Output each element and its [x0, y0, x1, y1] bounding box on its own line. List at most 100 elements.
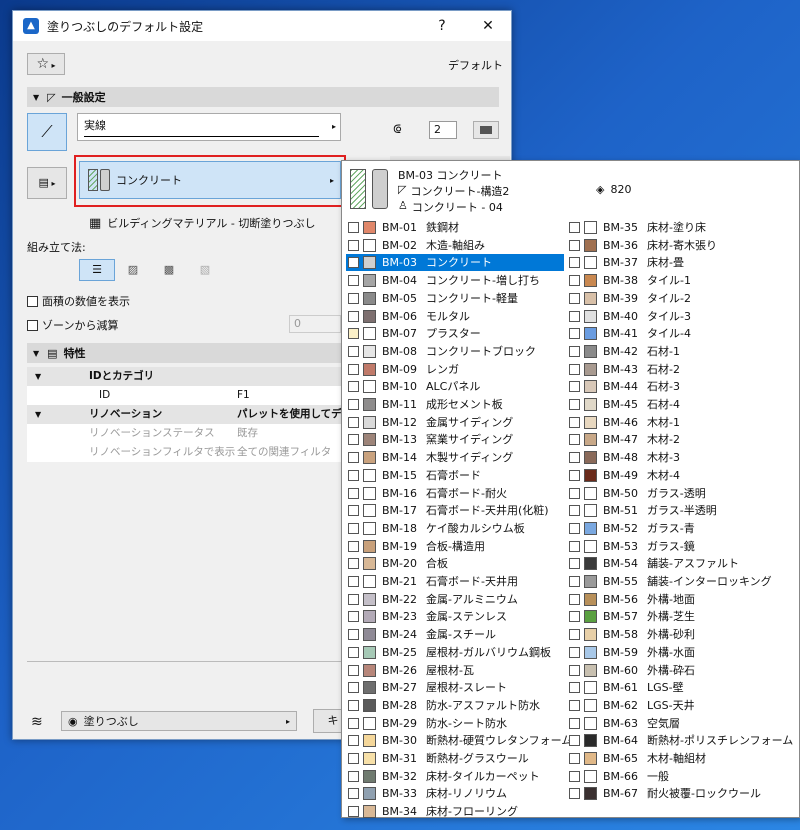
material-item-bm-07[interactable]: BM-07 プラスター [346, 325, 564, 342]
close-button[interactable]: ✕ [465, 11, 511, 41]
material-item-bm-33[interactable]: BM-33 床材-リノリウム [346, 785, 564, 802]
material-item-bm-38[interactable]: BM-38 タイル-1 [567, 272, 793, 289]
material-item-bm-04[interactable]: BM-04 コンクリート-増し打ち [346, 272, 564, 289]
material-item-bm-31[interactable]: BM-31 断熱材-グラスウール [346, 750, 564, 767]
pattern-swatch [348, 629, 359, 641]
material-item-bm-12[interactable]: BM-12 金属サイディング [346, 414, 564, 431]
material-item-bm-46[interactable]: BM-46 木材-1 [567, 414, 793, 431]
pattern-swatch [348, 505, 359, 517]
material-item-bm-51[interactable]: BM-51 ガラス-半透明 [567, 502, 793, 519]
material-item-bm-34[interactable]: BM-34 床材-フローリング [346, 803, 564, 820]
color-swatch [584, 327, 597, 341]
composition-solid-button[interactable]: ☰ [79, 259, 115, 281]
composition-hatch-button[interactable]: ▨ [115, 259, 151, 281]
material-code: BM-49 [603, 468, 639, 482]
material-item-bm-50[interactable]: BM-50 ガラス-透明 [567, 485, 793, 502]
material-item-bm-47[interactable]: BM-47 木材-2 [567, 431, 793, 448]
material-name: ALCパネル [426, 380, 481, 394]
show-area-row[interactable]: 面積の数値を表示 [27, 293, 130, 309]
fill-type-button[interactable]: ⟋ [27, 113, 67, 151]
material-item-bm-14[interactable]: BM-14 木製サイディング [346, 449, 564, 466]
subtract-zone-row[interactable]: ゾーンから減算 [27, 317, 118, 333]
material-item-bm-25[interactable]: BM-25 屋根材-ガルバリウム鋼板 [346, 644, 564, 661]
material-item-bm-44[interactable]: BM-44 石材-3 [567, 378, 793, 395]
composition-cross-button[interactable]: ▩ [151, 259, 187, 281]
material-item-bm-11[interactable]: BM-11 成形セメント板 [346, 396, 564, 413]
material-item-bm-39[interactable]: BM-39 タイル-2 [567, 290, 793, 307]
material-item-bm-24[interactable]: BM-24 金属-スチール [346, 626, 564, 643]
material-item-bm-30[interactable]: BM-30 断熱材-硬質ウレタンフォーム [346, 732, 572, 749]
material-item-bm-40[interactable]: BM-40 タイル-3 [567, 308, 793, 325]
material-item-bm-48[interactable]: BM-48 木材-3 [567, 449, 793, 466]
material-item-bm-29[interactable]: BM-29 防水-シート防水 [346, 715, 564, 732]
line-type-selector[interactable]: 実線 ▸ [77, 113, 341, 141]
color-swatch [584, 628, 597, 642]
material-item-bm-22[interactable]: BM-22 金属-アルミニウム [346, 591, 564, 608]
show-area-checkbox[interactable] [27, 295, 38, 307]
material-item-bm-35[interactable]: BM-35 床材-塗り床 [567, 219, 793, 236]
material-item-bm-56[interactable]: BM-56 外構-地面 [567, 591, 793, 608]
material-item-bm-20[interactable]: BM-20 合板 [346, 555, 564, 572]
material-item-bm-15[interactable]: BM-15 石膏ボード [346, 467, 564, 484]
favorites-button[interactable]: ☆ ▸ [27, 53, 65, 75]
layer-selector[interactable]: ◉ 塗りつぶし ▸ [61, 711, 297, 731]
material-item-bm-19[interactable]: BM-19 合板-構造用 [346, 538, 564, 555]
material-item-bm-27[interactable]: BM-27 屋根材-スレート [346, 679, 564, 696]
material-item-bm-64[interactable]: BM-64 断熱材-ポリスチレンフォーム [567, 732, 793, 749]
general-settings-header[interactable]: ▼ ◸ 一般設定 [27, 87, 499, 107]
material-item-bm-59[interactable]: BM-59 外構-水面 [567, 644, 793, 661]
material-item-bm-49[interactable]: BM-49 木材-4 [567, 467, 793, 484]
material-code: BM-45 [603, 398, 639, 411]
material-name: 床材-畳 [647, 256, 684, 270]
material-item-bm-37[interactable]: BM-37 床材-畳 [567, 254, 793, 271]
material-item-bm-16[interactable]: BM-16 石膏ボード-耐火 [346, 485, 564, 502]
subtract-zone-checkbox[interactable] [27, 319, 38, 331]
building-material-button[interactable]: ▤ ▸ [27, 167, 67, 199]
material-item-bm-43[interactable]: BM-43 石材-2 [567, 361, 793, 378]
pen-color-swatch[interactable] [473, 121, 499, 139]
subtract-zone-value[interactable]: 0 [289, 315, 341, 333]
material-item-bm-45[interactable]: BM-45 石材-4 [567, 396, 793, 413]
color-swatch [584, 645, 597, 659]
material-item-bm-52[interactable]: BM-52 ガラス-青 [567, 520, 793, 537]
material-item-bm-18[interactable]: BM-18 ケイ酸カルシウム板 [346, 520, 564, 537]
material-item-bm-28[interactable]: BM-28 防水-アスファルト防水 [346, 697, 564, 714]
material-item-bm-42[interactable]: BM-42 石材-1 [567, 343, 793, 360]
preview-background-swatch [372, 169, 388, 209]
pattern-swatch [348, 576, 359, 587]
material-item-bm-02[interactable]: BM-02 木造-軸組み [346, 237, 564, 254]
material-item-bm-09[interactable]: BM-09 レンガ [346, 361, 564, 378]
material-item-bm-05[interactable]: BM-05 コンクリート-軽量 [346, 290, 564, 307]
material-item-bm-61[interactable]: BM-61 LGS-壁 [567, 679, 793, 696]
material-item-bm-58[interactable]: BM-58 外構-砂利 [567, 626, 793, 643]
material-item-bm-32[interactable]: BM-32 床材-タイルカーペット [346, 768, 564, 785]
material-item-bm-03[interactable]: BM-03 コンクリート [346, 254, 564, 272]
material-item-bm-17[interactable]: BM-17 石膏ボード-天井用(化粧) [346, 502, 564, 519]
material-item-bm-57[interactable]: BM-57 外構-芝生 [567, 608, 793, 625]
material-item-bm-62[interactable]: BM-62 LGS-天井 [567, 697, 793, 714]
material-item-bm-63[interactable]: BM-63 空気層 [567, 715, 793, 732]
material-item-bm-21[interactable]: BM-21 石膏ボード-天井用 [346, 573, 564, 590]
material-item-bm-53[interactable]: BM-53 ガラス-鏡 [567, 538, 793, 555]
material-item-bm-65[interactable]: BM-65 木材-軸組材 [567, 750, 793, 767]
material-item-bm-41[interactable]: BM-41 タイル-4 [567, 325, 793, 342]
material-item-bm-13[interactable]: BM-13 窯業サイディング [346, 431, 564, 448]
help-button[interactable]: ? [419, 11, 465, 41]
material-item-bm-66[interactable]: BM-66 一般 [567, 768, 793, 785]
composition-skip-button[interactable]: ▧ [187, 259, 223, 281]
material-item-bm-55[interactable]: BM-55 舗装-インターロッキング [567, 573, 793, 590]
fill-selector-button[interactable]: コンクリート ▸ [79, 161, 341, 199]
material-item-bm-54[interactable]: BM-54 舗装-アスファルト [567, 555, 793, 572]
material-item-bm-06[interactable]: BM-06 モルタル [346, 308, 564, 325]
material-item-bm-01[interactable]: BM-01 鉄鋼材 [346, 219, 564, 236]
material-item-bm-10[interactable]: BM-10 ALCパネル [346, 378, 564, 395]
material-item-bm-67[interactable]: BM-67 耐火被覆-ロックウール [567, 785, 793, 802]
material-item-bm-26[interactable]: BM-26 屋根材-瓦 [346, 662, 564, 679]
material-name: 床材-寄木張り [647, 238, 717, 252]
material-item-bm-08[interactable]: BM-08 コンクリートブロック [346, 343, 564, 360]
pen-number-field[interactable]: 2 [429, 121, 457, 139]
material-item-bm-60[interactable]: BM-60 外構-砕石 [567, 662, 793, 679]
material-item-bm-23[interactable]: BM-23 金属-ステンレス [346, 608, 564, 625]
color-swatch [363, 628, 376, 642]
material-item-bm-36[interactable]: BM-36 床材-寄木張り [567, 237, 793, 254]
